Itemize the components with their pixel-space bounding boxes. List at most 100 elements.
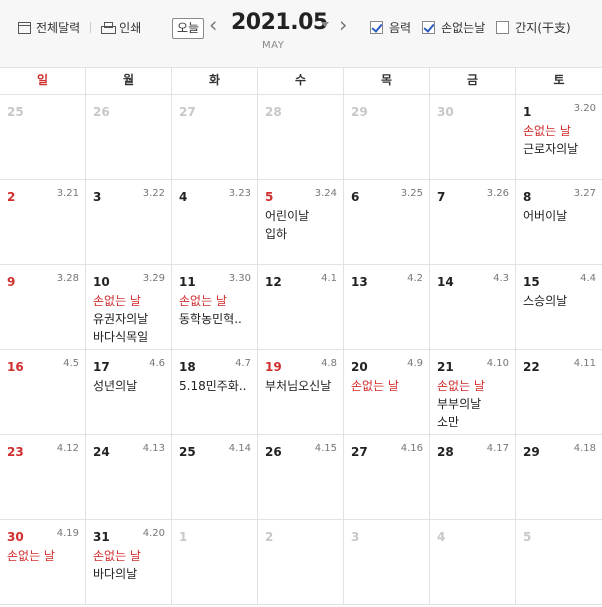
day-cell[interactable]: 11 3.30 손없는 날 동학농민혁.. (172, 265, 258, 350)
day-cell[interactable]: 3 (344, 520, 430, 605)
lucky-day-label[interactable]: 손없는 날 (523, 122, 595, 140)
holiday-label[interactable]: 어버이날 (523, 207, 595, 225)
option-lunar[interactable]: 음력 (370, 19, 411, 36)
day-cell[interactable]: 30 (430, 95, 516, 180)
calendar-toolbar: 전체달력 인쇄 오늘 ‹ 2021.05 › MAY 음력 손없는날 간지(干支… (0, 0, 602, 68)
event-list: 손없는 날 바다의날 (93, 547, 164, 583)
holiday-label[interactable]: 바다식목일 (93, 328, 164, 346)
lunar-checkbox[interactable] (370, 21, 383, 34)
lucky-day-label[interactable]: 손없는 날 (437, 377, 508, 395)
day-cell[interactable]: 25 (0, 95, 86, 180)
day-cell[interactable]: 17 4.6 성년의날 (86, 350, 172, 435)
day-cell[interactable]: 22 4.11 (516, 350, 602, 435)
event-list: 부처님오신날 (265, 377, 336, 395)
day-cell[interactable]: 16 4.5 (0, 350, 86, 435)
lunar-date: 4.10 (486, 358, 509, 369)
option-lucky-day[interactable]: 손없는날 (422, 19, 485, 36)
option-ganji[interactable]: 간지(干支) (496, 19, 571, 36)
day-number: 18 (179, 360, 196, 374)
day-cell[interactable]: 25 4.14 (172, 435, 258, 520)
day-cell[interactable]: 14 4.3 (430, 265, 516, 350)
holiday-label[interactable]: 어린이날 (265, 207, 336, 225)
holiday-label[interactable]: 부부의날 (437, 395, 508, 413)
print-button[interactable]: 인쇄 (101, 19, 141, 36)
day-number: 28 (437, 445, 454, 459)
holiday-label[interactable]: 입하 (265, 225, 336, 243)
day-cell[interactable]: 4 (430, 520, 516, 605)
holiday-label[interactable]: 성년의날 (93, 377, 164, 395)
lunar-date: 4.8 (321, 358, 337, 369)
lunar-date: 3.25 (400, 188, 423, 199)
day-cell[interactable]: 4 3.23 (172, 180, 258, 265)
day-cell[interactable]: 21 4.10 손없는 날 부부의날 소만 (430, 350, 516, 435)
day-cell[interactable]: 8 3.27 어버이날 (516, 180, 602, 265)
day-cell[interactable]: 27 4.16 (344, 435, 430, 520)
day-cell[interactable]: 28 4.17 (430, 435, 516, 520)
lunar-date: 3.27 (573, 188, 596, 199)
holiday-label[interactable]: 소만 (437, 413, 508, 431)
weekday-thu: 목 (344, 68, 430, 94)
day-cell[interactable]: 6 3.25 (344, 180, 430, 265)
holiday-label[interactable]: 바다의날 (93, 565, 164, 583)
day-cell[interactable]: 1 3.20 손없는 날 근로자의날 (516, 95, 602, 180)
day-cell[interactable]: 27 (172, 95, 258, 180)
lucky-day-label[interactable]: 손없는 날 (179, 292, 250, 310)
day-cell[interactable]: 31 4.20 손없는 날 바다의날 (86, 520, 172, 605)
day-cell[interactable]: 5 3.24 어린이날 입하 (258, 180, 344, 265)
event-list: 어버이날 (523, 207, 595, 225)
day-cell[interactable]: 30 4.19 손없는 날 (0, 520, 86, 605)
day-cell[interactable]: 15 4.4 스승의날 (516, 265, 602, 350)
chevron-left-icon[interactable]: ‹ (209, 13, 217, 37)
today-button[interactable]: 오늘 (172, 18, 205, 39)
day-cell[interactable]: 26 4.15 (258, 435, 344, 520)
day-cell[interactable]: 9 3.28 (0, 265, 86, 350)
holiday-label[interactable]: 유권자의날 (93, 310, 164, 328)
day-cell[interactable]: 28 (258, 95, 344, 180)
holiday-label[interactable]: 스승의날 (523, 292, 595, 310)
day-cell[interactable]: 18 4.7 5.18민주화.. (172, 350, 258, 435)
day-cell[interactable]: 3 3.22 (86, 180, 172, 265)
year-month-title[interactable]: 2021.05 (231, 10, 328, 35)
holiday-label[interactable]: 5.18민주화.. (179, 377, 250, 395)
display-options: 음력 손없는날 간지(干支) (370, 19, 582, 36)
day-number: 4 (437, 530, 446, 544)
divider (90, 22, 92, 33)
ganji-checkbox[interactable] (496, 21, 510, 34)
day-cell[interactable]: 12 4.1 (258, 265, 344, 350)
day-cell[interactable]: 23 4.12 (0, 435, 86, 520)
lucky-day-label[interactable]: 손없는 날 (351, 377, 422, 395)
lunar-date: 3.20 (573, 103, 596, 114)
day-cell[interactable]: 10 3.29 손없는 날 유권자의날 바다식목일 (86, 265, 172, 350)
day-cell[interactable]: 2 (258, 520, 344, 605)
day-number: 20 (351, 360, 368, 374)
day-cell[interactable]: 5 (516, 520, 602, 605)
lucky-day-label[interactable]: 손없는 날 (93, 547, 164, 565)
holiday-label[interactable]: 근로자의날 (523, 140, 595, 158)
day-cell[interactable]: 29 (344, 95, 430, 180)
lucky-day-label[interactable]: 손없는 날 (93, 292, 164, 310)
day-number: 28 (265, 105, 282, 119)
lucky-day-label[interactable]: 손없는 날 (7, 547, 78, 565)
full-calendar-button[interactable]: 전체달력 (18, 19, 80, 36)
month-english-label: MAY (262, 40, 285, 51)
day-cell[interactable]: 13 4.2 (344, 265, 430, 350)
holiday-label[interactable]: 부처님오신날 (265, 377, 336, 395)
day-cell[interactable]: 2 3.21 (0, 180, 86, 265)
holiday-label[interactable]: 동학농민혁.. (179, 310, 250, 328)
day-number: 29 (523, 445, 540, 459)
day-number: 2 (7, 190, 16, 204)
day-cell[interactable]: 1 (172, 520, 258, 605)
day-number: 29 (351, 105, 368, 119)
lunar-date: 4.14 (228, 443, 251, 454)
weekday-header: 일 월 화 수 목 금 토 (0, 68, 602, 95)
lucky-day-checkbox[interactable] (422, 21, 436, 34)
caret-down-icon[interactable] (321, 22, 329, 27)
day-cell[interactable]: 26 (86, 95, 172, 180)
day-cell[interactable]: 24 4.13 (86, 435, 172, 520)
chevron-right-icon[interactable]: › (339, 13, 347, 37)
day-cell[interactable]: 20 4.9 손없는 날 (344, 350, 430, 435)
day-number: 21 (437, 360, 454, 374)
day-cell[interactable]: 29 4.18 (516, 435, 602, 520)
day-cell[interactable]: 19 4.8 부처님오신날 (258, 350, 344, 435)
day-cell[interactable]: 7 3.26 (430, 180, 516, 265)
